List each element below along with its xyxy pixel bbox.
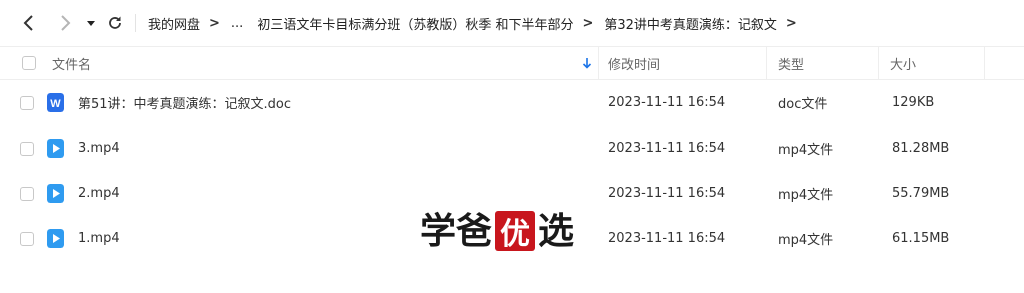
breadcrumb-item-ellipsis[interactable]: ... [231, 16, 243, 31]
video-play-icon [47, 139, 64, 158]
column-header-modified[interactable]: 修改时间 [608, 47, 660, 79]
word-doc-icon: W [47, 93, 64, 112]
breadcrumb-separator: > [209, 15, 220, 31]
file-size: 61.15MB [892, 231, 950, 246]
refresh-icon [109, 16, 121, 29]
file-size: 81.28MB [892, 141, 950, 156]
column-header-type[interactable]: 类型 [778, 47, 804, 79]
video-play-icon [47, 229, 64, 248]
chevron-left-icon [23, 15, 33, 31]
table-row[interactable]: W 第51讲：中考真题演练：记叙文.doc 2023-11-11 16:54 d… [0, 80, 1024, 125]
file-browser: 我的网盘 > ... 初三语文年卡目标满分班（苏教版）秋季 和下半年部分 > 第… [0, 0, 1024, 293]
file-size: 129KB [892, 95, 935, 110]
row-checkbox[interactable] [20, 187, 34, 201]
file-type: doc文件 [778, 97, 828, 112]
column-divider[interactable] [598, 47, 599, 79]
divider [135, 14, 136, 32]
file-type: mp4文件 [778, 188, 834, 203]
back-button[interactable] [18, 11, 40, 35]
column-divider[interactable] [878, 47, 879, 79]
breadcrumb-item-root[interactable]: 我的网盘 [148, 14, 200, 33]
column-divider[interactable] [984, 47, 985, 79]
breadcrumb-separator: > [582, 15, 594, 31]
breadcrumb-separator: > [785, 15, 797, 31]
refresh-button[interactable] [104, 11, 126, 35]
file-size: 55.79MB [892, 186, 950, 201]
breadcrumb: 我的网盘 > ... 初三语文年卡目标满分班（苏教版）秋季 和下半年部分 > 第… [148, 12, 808, 34]
file-type: mp4文件 [778, 233, 834, 248]
file-name[interactable]: 2.mp4 [78, 171, 120, 216]
column-header-size[interactable]: 大小 [890, 47, 916, 79]
column-header-name[interactable]: 文件名 [52, 47, 91, 79]
file-modified: 2023-11-11 16:54 [608, 95, 726, 110]
table-row[interactable]: 2.mp4 2023-11-11 16:54 mp4文件 55.79MB [0, 171, 1024, 216]
breadcrumb-item-course[interactable]: 初三语文年卡目标满分班（苏教版）秋季 和下半年部分 [257, 14, 573, 33]
breadcrumb-item-current[interactable]: 第32讲中考真题演练：记叙文 [604, 14, 777, 33]
svg-text:W: W [50, 98, 61, 110]
file-modified: 2023-11-11 16:54 [608, 231, 726, 246]
file-modified: 2023-11-11 16:54 [608, 186, 726, 201]
file-modified: 2023-11-11 16:54 [608, 141, 726, 156]
caret-down-icon [87, 21, 95, 26]
forward-button[interactable] [54, 11, 76, 35]
row-checkbox[interactable] [20, 142, 34, 156]
sort-indicator[interactable] [582, 47, 592, 79]
history-dropdown-button[interactable] [80, 11, 102, 35]
row-checkbox[interactable] [20, 96, 34, 110]
row-checkbox[interactable] [20, 232, 34, 246]
chevron-right-icon [61, 15, 71, 31]
file-table-header: 文件名 修改时间 类型 大小 [0, 46, 1024, 80]
file-type: mp4文件 [778, 143, 834, 158]
table-row[interactable]: 1.mp4 2023-11-11 16:54 mp4文件 61.15MB [0, 216, 1024, 261]
video-play-icon [47, 184, 64, 203]
navigation-bar: 我的网盘 > ... 初三语文年卡目标满分班（苏教版）秋季 和下半年部分 > 第… [0, 0, 1024, 46]
select-all-checkbox[interactable] [22, 56, 36, 70]
file-name[interactable]: 第51讲：中考真题演练：记叙文.doc [78, 80, 291, 125]
sort-down-arrow-icon [582, 58, 592, 69]
table-row[interactable]: 3.mp4 2023-11-11 16:54 mp4文件 81.28MB [0, 126, 1024, 171]
column-divider[interactable] [766, 47, 767, 79]
file-name[interactable]: 3.mp4 [78, 126, 120, 171]
file-name[interactable]: 1.mp4 [78, 216, 120, 261]
